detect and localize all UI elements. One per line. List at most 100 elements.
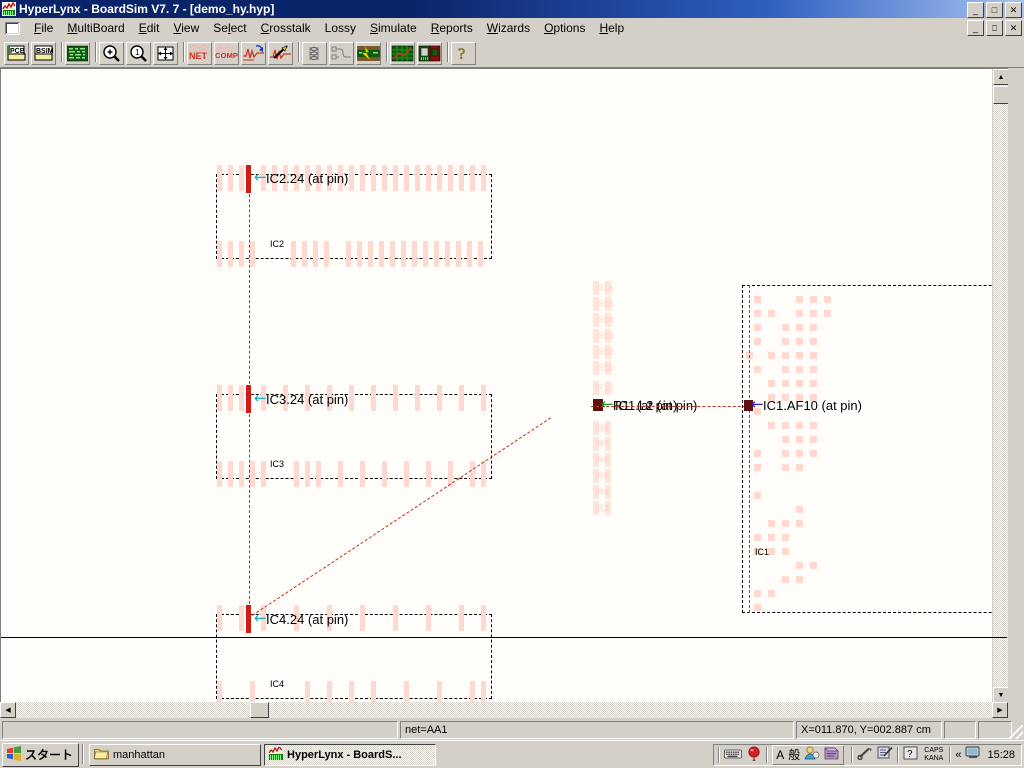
stackup-button[interactable] [356,41,381,65]
caps-kana-indicator[interactable]: CAPS KANA [922,747,945,763]
menu-select[interactable]: Select [206,19,253,37]
ic1-outline [742,285,1008,613]
ime-kanji-icon[interactable]: 般 [788,746,800,763]
help-button[interactable]: ? [451,41,476,65]
menu-lossy[interactable]: Lossy [318,19,363,37]
zoom-full-button[interactable]: 1 [126,41,151,65]
center-arrow-icon: ← [601,395,614,413]
hyperlynx-app-icon [268,745,284,763]
status-extra-pane-2 [978,721,1012,739]
kana-label: KANA [924,754,944,762]
menu-wizards[interactable]: Wizards [480,19,537,37]
system-tray: A 般 ? CAPS KANA « 15:28 [713,743,1022,766]
help-icon[interactable]: ? [903,746,918,763]
ic2-ref-label: IC2 [270,239,285,249]
taskbar-clock[interactable]: 15:28 [985,749,1017,761]
menu-multiboard[interactable]: MultiBoard [60,19,131,37]
resize-grip[interactable] [1009,725,1023,739]
pad-icon[interactable] [877,746,893,763]
resistor-label-r6: R6 [597,455,609,465]
open-bsim-button[interactable]: BSIM [31,41,56,65]
select-comp-button[interactable]: COMP [214,41,239,65]
mdi-close-button[interactable]: ✕ [1005,20,1022,36]
trace-center-to-ic1 [591,406,751,407]
status-message-pane [2,721,398,739]
toolbar-separator-6 [444,41,451,65]
ime-palette-icon[interactable] [804,746,820,763]
horizontal-scroll-thumb[interactable] [250,702,269,718]
menu-options[interactable]: Options [537,19,592,37]
status-net-pane: net=AA1 [400,721,794,739]
zoom-fit-button[interactable] [153,41,178,65]
hyperlynx-application-window: HyperLynx - BoardSim V7. 7 - [demo_hy.hy… [0,0,1024,768]
close-button[interactable]: ✕ [1005,2,1022,18]
board-canvas[interactable]: ← IC2.24 (at pin) IC2 ← IC3.24 (at pin) … [1,69,1008,702]
scroll-left-button[interactable]: ◀ [0,702,16,718]
minimize-button[interactable]: _ [967,2,984,18]
canvas-vertical-scrollbar[interactable]: ▲ ▼ [992,69,1008,702]
tray-separator-3 [851,746,854,763]
component-board-button[interactable] [417,41,442,65]
crosstalk-board-button[interactable] [390,41,415,65]
tray-separator-5 [949,746,952,763]
mdi-restore-button[interactable]: ⎕ [986,20,1003,36]
ime-toolbar[interactable]: A 般 [772,744,845,765]
vertical-scroll-thumb[interactable] [993,86,1008,104]
coil-button[interactable] [302,41,327,65]
menu-reports[interactable]: Reports [424,19,480,37]
folder-icon [94,747,109,763]
status-coordinate-pane: X=011.870, Y=002.887 cm [796,721,942,739]
menu-simulate[interactable]: Simulate [363,19,424,37]
status-extra-pane-1 [944,721,976,739]
ime-alpha-icon[interactable]: A [776,748,784,762]
board-canvas-frame: ← IC2.24 (at pin) IC2 ← IC3.24 (at pin) … [0,68,1008,702]
signal-button[interactable] [329,41,354,65]
windows-taskbar: スタート manhattan HyperLynx - BoardS... A 般… [0,740,1024,768]
taskbar-divider-1 [82,743,86,766]
menu-edit[interactable]: Edit [132,19,167,37]
svg-text:?: ? [907,749,913,760]
scroll-up-button[interactable]: ▲ [993,69,1008,85]
mdi-minimize-button[interactable]: _ [967,20,984,36]
menu-file[interactable]: File [27,19,60,37]
start-button[interactable]: スタート [2,742,80,767]
pen-icon[interactable] [857,746,873,763]
toolbar-separator-1 [58,41,65,65]
svg-text:NET: NET [189,51,208,61]
resistor-label-r13: R13 [597,331,614,341]
scroll-right-button[interactable]: ▶ [992,702,1008,718]
oscilloscope-button[interactable] [268,41,293,65]
menu-view[interactable]: View [166,19,206,37]
menu-crosstalk[interactable]: Crosstalk [254,19,318,37]
mdi-document-icon[interactable] [5,21,20,35]
tray-separator-2 [766,746,769,763]
network-monitor-icon[interactable] [965,746,981,763]
mdi-client-area: ← IC2.24 (at pin) IC2 ← IC3.24 (at pin) … [0,68,1024,718]
window-title: HyperLynx - BoardSim V7. 7 - [demo_hy.hy… [19,2,275,16]
balloon-icon[interactable] [746,745,762,764]
tray-collapse-icon[interactable]: « [955,749,961,761]
keyboard-icon[interactable] [724,747,743,763]
waveform-button[interactable] [241,41,266,65]
toolbar-separator-5 [383,41,390,65]
menu-help[interactable]: Help [592,19,631,37]
open-pcb-button[interactable]: PCB [4,41,29,65]
resistor-label-r5: R5 [597,471,609,481]
task-button-manhattan[interactable]: manhattan [89,743,262,766]
task-button-label: manhattan [113,748,165,761]
svg-text:1: 1 [135,48,140,57]
board-view-button[interactable] [65,41,90,65]
ic3-arrow-icon: ← [254,389,267,407]
ime-dictionary-icon[interactable] [824,746,840,763]
scroll-down-button[interactable]: ▼ [993,687,1008,702]
select-net-button[interactable]: NET [187,41,212,65]
canvas-horizontal-scrollbar[interactable]: ◀ ▶ [0,702,1008,718]
ic2-net-label: IC2.24 (at pin) [266,171,349,186]
tray-separator-4 [897,746,900,763]
hyperlynx-app-icon [2,1,16,16]
task-button-hyperlynx[interactable]: HyperLynx - BoardS... [264,743,437,766]
ic3-ref-label: IC3 [270,459,285,469]
maximize-button[interactable]: □ [986,2,1003,18]
title-bar: HyperLynx - BoardSim V7. 7 - [demo_hy.hy… [0,0,1024,18]
zoom-in-button[interactable] [99,41,124,65]
